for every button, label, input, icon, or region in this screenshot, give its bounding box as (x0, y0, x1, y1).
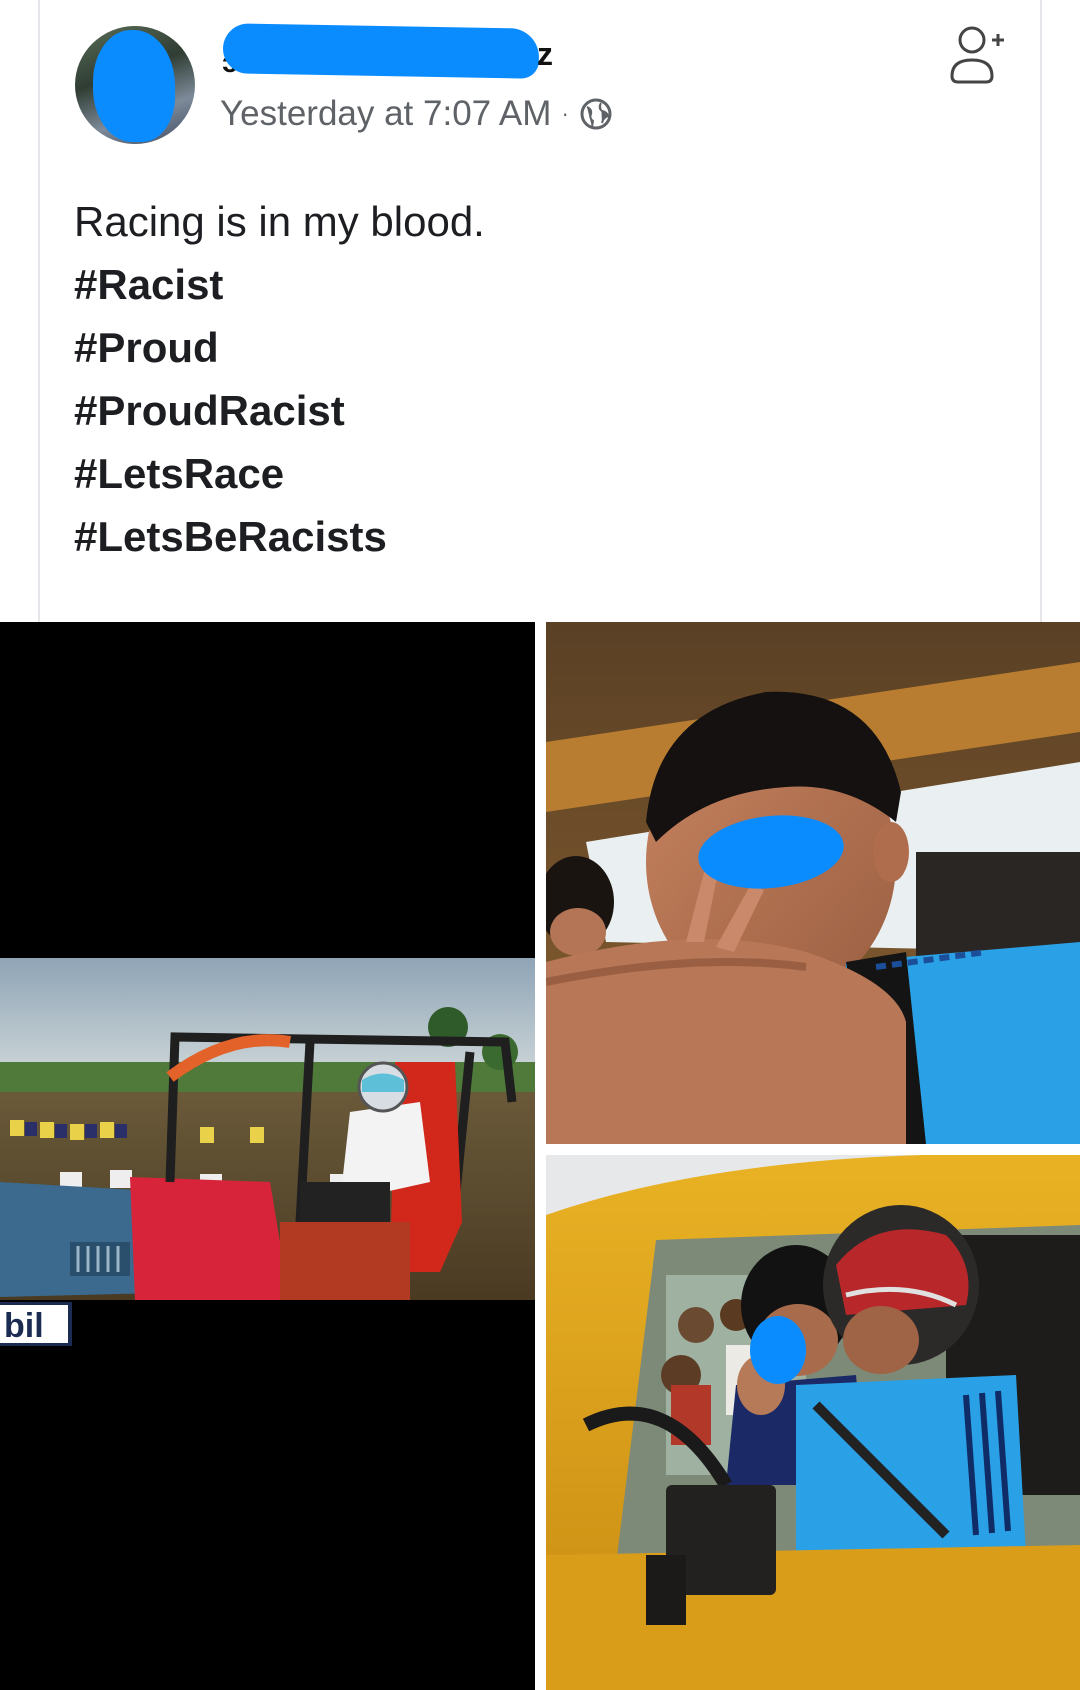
avatar-redaction (93, 30, 175, 142)
post-text: Racing is in my blood. #Racist #Proud #P… (74, 190, 485, 568)
post-caption: Racing is in my blood. (74, 198, 485, 245)
add-friend-icon[interactable] (940, 20, 1012, 92)
sponsor-decal-text: bil (4, 1307, 44, 1345)
grid-divider-horizontal (546, 1144, 1080, 1155)
globe-icon[interactable] (579, 97, 613, 131)
post-timestamp[interactable]: Yesterday at 7:07 AM (220, 94, 551, 134)
author-name-fragment-end: z (537, 36, 553, 72)
face-redaction (750, 1316, 806, 1384)
avatar[interactable] (75, 26, 195, 144)
facebook-post-screenshot: ɔɐ.. z Yesterday at 7:07 AM · Racing is … (0, 0, 1080, 1690)
author-name-redaction[interactable] (222, 23, 540, 79)
photo-yellow-car-driver[interactable] (546, 1155, 1080, 1690)
hashtag-proud[interactable]: #Proud (74, 316, 485, 379)
meta-separator: · (561, 101, 569, 126)
photo-jeep-race[interactable]: bil (0, 622, 535, 1690)
post-meta: Yesterday at 7:07 AM · (220, 92, 613, 136)
hashtag-racist[interactable]: #Racist (74, 253, 485, 316)
hashtag-letsberacists[interactable]: #LetsBeRacists (74, 505, 485, 568)
hashtag-proudracist[interactable]: #ProudRacist (74, 379, 485, 442)
post-card: ɔɐ.. z Yesterday at 7:07 AM · Racing is … (38, 0, 1042, 622)
photo-car-interior-selfie[interactable] (546, 622, 1080, 1144)
grid-divider-vertical (535, 622, 546, 1690)
hashtag-letsrace[interactable]: #LetsRace (74, 442, 485, 505)
